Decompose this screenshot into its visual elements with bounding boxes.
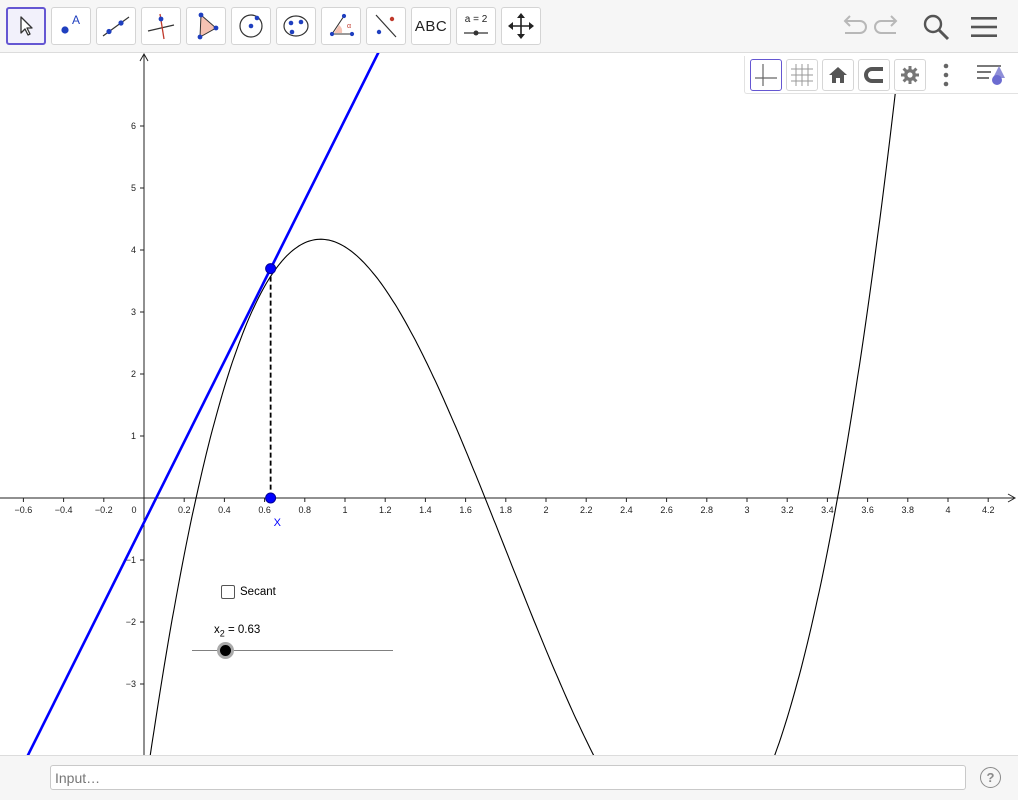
secant-checkbox-label: Secant	[240, 586, 276, 598]
reflect-about-line-icon	[375, 14, 397, 38]
standard-view-button[interactable]	[822, 59, 854, 91]
x-tick-label: 1.8	[500, 505, 513, 515]
x-tick-label: 2.4	[620, 505, 633, 515]
slider-caption: x2 = 0.63	[214, 624, 260, 638]
x-tick-label: 2.6	[660, 505, 673, 515]
text-tool[interactable]: ABC	[411, 7, 451, 45]
secant-checkbox[interactable]: Secant	[221, 585, 276, 599]
y-tick-label: 2	[131, 369, 136, 379]
redo-icon	[874, 15, 898, 34]
y-tick-label: −2	[126, 617, 136, 627]
style-bar	[744, 56, 1018, 94]
function-plot[interactable]: −0.6 −0.4 −0.2 0 0.2 0.4 0.6 0.8 1 1.2 1.4 1.6 1.8 2 2…	[0, 53, 1018, 755]
polygon-icon	[197, 12, 219, 40]
style-bar-toggle-button[interactable]	[975, 59, 1007, 91]
menu-icon	[971, 17, 997, 37]
line-through-points-icon	[102, 16, 130, 37]
search-button[interactable]	[918, 9, 954, 45]
perpendicular-tool[interactable]	[141, 7, 181, 45]
x-tick-label: 4.2	[982, 505, 995, 515]
angle-icon: α	[329, 13, 355, 37]
text-tool-label: ABC	[414, 17, 448, 35]
y-tick-label: 4	[131, 245, 136, 255]
x-tick-label: 3.8	[902, 505, 915, 515]
line-tool[interactable]	[96, 7, 136, 45]
point-icon: A	[61, 13, 80, 34]
algebra-input-field[interactable]	[50, 765, 966, 790]
x-tick-label: 1.4	[419, 505, 432, 515]
more-vertical-icon	[943, 63, 949, 87]
x-tick-label: 4	[945, 505, 950, 515]
slider-tool[interactable]: a = 2	[456, 7, 496, 45]
slider-handle[interactable]	[217, 642, 234, 659]
toggle-axes-button[interactable]	[750, 59, 782, 91]
settings-button[interactable]	[894, 59, 926, 91]
x-tick-label: −0.6	[15, 505, 33, 515]
x-tick-label: 0.2	[178, 505, 191, 515]
x-tick-label: 1.2	[379, 505, 392, 515]
input-bar: ?	[0, 755, 1018, 800]
style-bar-toggle-icon	[977, 65, 1005, 85]
x-tick-label: 0.4	[218, 505, 231, 515]
circle-center-point-icon	[239, 14, 263, 38]
help-icon[interactable]: ?	[980, 767, 1001, 788]
x-tick-label: 2	[543, 505, 548, 515]
angle-tool[interactable]: α	[321, 7, 361, 45]
search-icon	[923, 14, 950, 41]
point-capturing-button[interactable]	[858, 59, 890, 91]
x-tick-label: 3.2	[781, 505, 794, 515]
graphics-view[interactable]: −0.6 −0.4 −0.2 0 0.2 0.4 0.6 0.8 1 1.2 1.4 1.6 1.8 2 2…	[0, 53, 1018, 755]
cursor-arrow-icon	[20, 16, 33, 36]
move-graphics-tool[interactable]	[501, 7, 541, 45]
x-tick-label: 3	[744, 505, 749, 515]
move-tool[interactable]	[6, 7, 46, 45]
reflect-tool[interactable]	[366, 7, 406, 45]
point-label: X	[274, 517, 282, 529]
point-tool[interactable]: A	[51, 7, 91, 45]
main-menu-button[interactable]	[966, 9, 1002, 45]
x-tick-label: 3.4	[821, 505, 834, 515]
y-tick-label: 1	[131, 431, 136, 441]
x-tick-label: 2.8	[701, 505, 714, 515]
y-tick-label: −3	[126, 679, 136, 689]
point-capturing-icon	[864, 67, 883, 83]
function-curve	[149, 72, 899, 755]
x-tick-label: 2.2	[580, 505, 593, 515]
move-graphics-view-icon	[508, 13, 534, 39]
x-tick-label: 0.8	[299, 505, 312, 515]
x-axis-point	[265, 492, 277, 504]
svg-text:α: α	[347, 23, 351, 30]
ellipse-tool[interactable]	[276, 7, 316, 45]
more-options-button[interactable]	[930, 59, 962, 91]
svg-text:A: A	[72, 13, 80, 27]
polygon-tool[interactable]	[186, 7, 226, 45]
settings-icon	[901, 66, 919, 84]
perpendicular-line-icon	[147, 13, 175, 40]
x-tick-label: 0	[131, 505, 136, 515]
home-icon	[829, 67, 847, 83]
y-tick-label: 5	[131, 183, 136, 193]
checkbox-box[interactable]	[221, 585, 235, 599]
redo-button[interactable]	[871, 9, 907, 45]
toggle-grid-button[interactable]	[786, 59, 818, 91]
undo-icon	[843, 15, 867, 34]
axes-icon	[755, 64, 777, 86]
slider-tool-label: a = 2	[464, 14, 488, 25]
y-tick-label: 6	[131, 121, 136, 131]
slider-value-text: = 0.63	[224, 624, 261, 636]
toolbar: A α ABC a = 2	[0, 0, 1018, 53]
x-tick-label: 1.6	[459, 505, 472, 515]
y-tick-label: 3	[131, 307, 136, 317]
x-tick-label: 3.6	[861, 505, 874, 515]
circle-tool[interactable]	[231, 7, 271, 45]
x-tick-label: 1	[342, 505, 347, 515]
x-tick-label: −0.4	[55, 505, 73, 515]
tangent-point	[265, 263, 277, 275]
grid-icon	[791, 64, 813, 86]
x-tick-label: 0.6	[258, 505, 271, 515]
undo-button[interactable]	[834, 9, 870, 45]
x-tick-label: −0.2	[95, 505, 113, 515]
ellipse-icon	[283, 15, 309, 37]
